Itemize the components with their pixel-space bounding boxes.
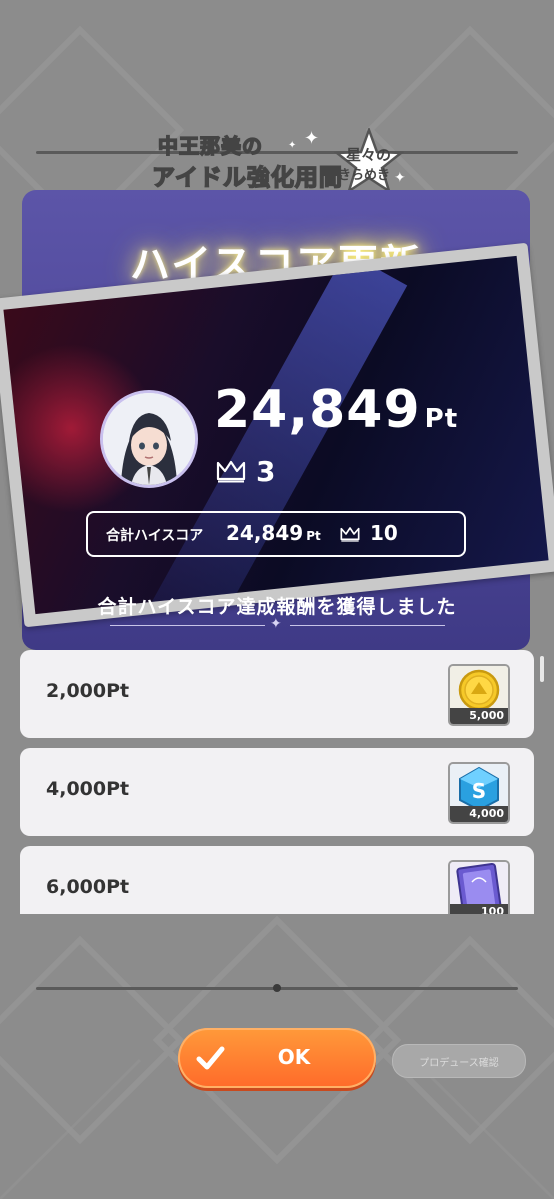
heading-divider-left xyxy=(110,625,265,626)
reward-icon[interactable]: 100 xyxy=(448,860,510,914)
ok-button[interactable]: OK xyxy=(178,1028,376,1088)
crown-icon xyxy=(340,527,360,542)
produce-confirm-label: プロデュース確認 xyxy=(419,1058,499,1069)
produce-confirm-button[interactable]: プロデュース確認 xyxy=(392,1044,526,1078)
total-crown-count: 10 xyxy=(370,521,398,545)
high-score-value: 24,849 Pt xyxy=(214,380,458,440)
crown-icon xyxy=(216,460,246,483)
logo-star-text-2: きらめき xyxy=(338,168,391,183)
reward-icon[interactable]: S 4,000 xyxy=(448,762,510,824)
list-item: 6,000Pt 100 xyxy=(20,846,534,914)
crown-count: 3 xyxy=(256,455,276,488)
sparkle-icon: ✦ xyxy=(288,140,297,151)
high-score-unit: Pt xyxy=(424,404,459,434)
total-score-unit: Pt xyxy=(306,529,321,543)
total-high-score-box: 合計ハイスコア 24,849 Pt 10 xyxy=(86,511,466,557)
reward-heading: 合計ハイスコア達成報酬を獲得しました xyxy=(97,596,457,618)
reward-threshold: 4,000Pt xyxy=(46,778,130,800)
sparkle-icon: ✦ xyxy=(394,170,406,186)
divider-dot xyxy=(273,984,281,992)
high-score-number: 24,849 xyxy=(214,380,421,440)
reward-amount: 100 xyxy=(450,904,508,914)
event-logo: 中王那美の アイドル強化用間 星々の きらめき ✦ ✦ ✦ xyxy=(148,128,410,194)
avatar xyxy=(100,390,198,488)
total-high-score-label: 合計ハイスコア xyxy=(106,528,204,544)
sparkle-icon: ✦ xyxy=(270,616,282,632)
total-score-number: 24,849 xyxy=(226,521,304,545)
list-item: 4,000Pt S 4,000 xyxy=(20,748,534,836)
idol-portrait-icon xyxy=(103,393,195,485)
ok-button-label: OK xyxy=(277,1045,311,1069)
total-high-score-value: 24,849 Pt xyxy=(226,521,321,545)
heading-divider-right xyxy=(290,625,445,626)
reward-amount: 5,000 xyxy=(450,708,508,724)
svg-text:S: S xyxy=(472,779,486,803)
reward-threshold: 6,000Pt xyxy=(46,876,130,898)
reward-list-scrollbar[interactable] xyxy=(540,656,544,682)
logo-star-text-1: 星々の xyxy=(346,146,392,164)
reward-amount: 4,000 xyxy=(450,806,508,822)
logo-line-1: 中王那美の xyxy=(157,133,263,159)
sparkle-icon: ✦ xyxy=(304,128,320,149)
reward-icon[interactable]: 5,000 xyxy=(448,664,510,726)
reward-list[interactable]: 2,000Pt 5,000 4,000Pt S 4,000 6,000Pt 10… xyxy=(20,650,534,914)
reward-threshold: 2,000Pt xyxy=(46,680,130,702)
list-item: 2,000Pt 5,000 xyxy=(20,650,534,738)
logo-line-2: アイドル強化用間 xyxy=(151,163,343,192)
